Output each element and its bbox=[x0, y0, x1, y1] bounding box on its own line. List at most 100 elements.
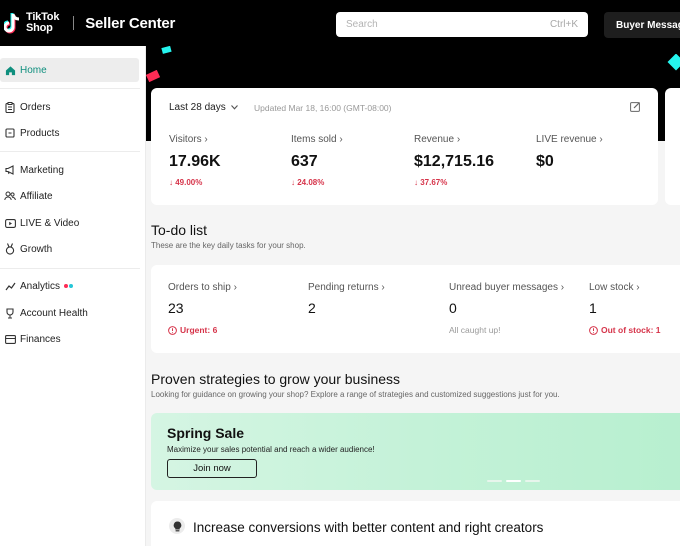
sidebar-item-label: Home bbox=[20, 64, 47, 76]
sidebar-item-label: Finances bbox=[20, 333, 61, 345]
date-range-value: Last 28 days bbox=[169, 102, 226, 113]
top-bar: TikTok Shop Seller Center Search Ctrl+K … bbox=[0, 0, 680, 46]
trophy-icon bbox=[4, 307, 16, 319]
todo-value: 1 bbox=[589, 300, 597, 316]
sidebar-item-label: Analytics bbox=[20, 280, 61, 292]
chevron-right-icon: › bbox=[339, 134, 343, 145]
logo-line-2: Shop bbox=[26, 22, 53, 34]
arrow-down-icon: ↓ bbox=[291, 178, 295, 187]
todo-label: Orders to ship bbox=[168, 282, 231, 293]
sidebar-item-label: Products bbox=[20, 127, 60, 139]
carousel-indicator bbox=[487, 480, 544, 482]
stat-value: 17.96K bbox=[169, 153, 221, 170]
chevron-right-icon: › bbox=[636, 282, 640, 293]
promo-description: Maximize your sales potential and reach … bbox=[167, 445, 375, 454]
video-icon bbox=[4, 217, 16, 229]
medal-icon bbox=[4, 243, 16, 255]
tip-text: Increase conversions with better content… bbox=[193, 520, 544, 535]
stat-visitors[interactable]: Visitors › 17.96K ↓ 49.00% bbox=[169, 134, 221, 187]
confetti-icon bbox=[161, 46, 172, 54]
stat-delta: 24.08% bbox=[297, 178, 325, 187]
todo-value: 0 bbox=[449, 300, 457, 316]
stat-value: $0 bbox=[536, 153, 554, 170]
confetti-icon bbox=[667, 54, 680, 71]
todo-orders-to-ship[interactable]: Orders to ship › 23 Urgent: 6 bbox=[168, 282, 237, 335]
stat-delta: 37.67% bbox=[420, 178, 448, 187]
promo-title: Spring Sale bbox=[167, 425, 245, 441]
alert-icon bbox=[589, 325, 598, 335]
todo-low-stock[interactable]: Low stock › 1 Out of stock: 1 bbox=[589, 282, 661, 335]
alert-icon bbox=[168, 325, 177, 335]
stat-revenue[interactable]: Revenue › $12,715.16 ↓ 37.67% bbox=[414, 134, 494, 187]
arrow-down-icon: ↓ bbox=[169, 178, 173, 187]
todo-value: 2 bbox=[308, 300, 316, 316]
sidebar-item-label: Marketing bbox=[20, 164, 64, 176]
stat-value: $12,715.16 bbox=[414, 153, 495, 170]
todo-title: To-do list bbox=[151, 222, 208, 238]
users-icon bbox=[4, 190, 16, 202]
sidebar-item-home[interactable]: Home bbox=[0, 58, 139, 82]
confetti-icon bbox=[146, 70, 161, 83]
sidebar-item-marketing[interactable]: Marketing bbox=[0, 158, 146, 182]
strategies-subtitle: Looking for guidance on growing your sho… bbox=[151, 390, 560, 399]
todo-subtitle: These are the key daily tasks for your s… bbox=[151, 241, 306, 250]
sidebar-item-label: Affiliate bbox=[20, 190, 53, 202]
todo-label: Unread buyer messages bbox=[449, 282, 558, 293]
home-icon bbox=[4, 64, 16, 76]
stat-live-revenue[interactable]: LIVE revenue › $0 bbox=[536, 134, 603, 171]
chart-icon bbox=[4, 280, 16, 292]
sidebar-item-products[interactable]: Products bbox=[0, 121, 146, 145]
divider bbox=[0, 151, 140, 152]
sidebar-item-finances[interactable]: Finances bbox=[0, 327, 146, 351]
stat-label: Revenue bbox=[414, 134, 455, 145]
carousel-dot[interactable] bbox=[506, 480, 521, 482]
app-title: Seller Center bbox=[85, 14, 176, 32]
clipboard-icon bbox=[4, 101, 16, 113]
arrow-down-icon: ↓ bbox=[414, 178, 418, 187]
tiktok-note-icon bbox=[4, 11, 24, 35]
todo-card: Orders to ship › 23 Urgent: 6 Pending re… bbox=[151, 265, 680, 353]
chevron-right-icon: › bbox=[599, 134, 603, 145]
sidebar-item-affiliate[interactable]: Affiliate bbox=[0, 184, 146, 208]
chevron-down-icon bbox=[230, 105, 238, 110]
date-range-select[interactable]: Last 28 days bbox=[169, 102, 238, 113]
stat-label: Items sold bbox=[291, 134, 337, 145]
stat-label: LIVE revenue bbox=[536, 134, 597, 145]
sidebar-item-analytics[interactable]: Analytics bbox=[0, 274, 146, 298]
todo-note: Urgent: 6 bbox=[180, 325, 218, 335]
todo-pending-returns[interactable]: Pending returns › 2 bbox=[308, 282, 385, 316]
buyer-messages-button[interactable]: Buyer Messages bbox=[604, 12, 680, 38]
card-icon bbox=[4, 333, 16, 345]
carousel-dot[interactable] bbox=[487, 480, 502, 482]
sidebar-item-orders[interactable]: Orders bbox=[0, 95, 146, 119]
edit-icon[interactable] bbox=[630, 101, 641, 112]
strategies-title: Proven strategies to grow your business bbox=[151, 371, 401, 387]
todo-note: Out of stock: 1 bbox=[601, 325, 661, 335]
chevron-right-icon: › bbox=[381, 282, 385, 293]
new-badge-icon bbox=[64, 284, 74, 288]
todo-unread-messages[interactable]: Unread buyer messages › 0 All caught up! bbox=[449, 282, 564, 335]
chevron-right-icon: › bbox=[456, 134, 461, 145]
megaphone-icon bbox=[4, 164, 16, 176]
divider bbox=[0, 88, 140, 89]
spring-sale-banner: Spring Sale Maximize your sales potentia… bbox=[151, 413, 680, 490]
side-panel-card bbox=[665, 88, 680, 205]
chevron-right-icon: › bbox=[233, 282, 237, 293]
stat-delta: 49.00% bbox=[175, 178, 203, 187]
chevron-right-icon: › bbox=[204, 134, 208, 145]
tip-card[interactable]: Increase conversions with better content… bbox=[151, 501, 680, 546]
sidebar-item-live-video[interactable]: LIVE & Video bbox=[0, 211, 146, 235]
business-stats-card: Last 28 days Updated Mar 18, 16:00 (GMT-… bbox=[151, 88, 658, 205]
updated-timestamp: Updated Mar 18, 16:00 (GMT-08:00) bbox=[254, 103, 392, 113]
join-now-button[interactable]: Join now bbox=[167, 459, 257, 478]
stat-value: 637 bbox=[291, 153, 318, 170]
stat-items-sold[interactable]: Items sold › 637 ↓ 24.08% bbox=[291, 134, 343, 187]
carousel-dot[interactable] bbox=[525, 480, 540, 482]
todo-label: Pending returns bbox=[308, 282, 379, 293]
todo-note: All caught up! bbox=[449, 325, 501, 335]
sidebar: Home Orders Products Marketing Affiliate… bbox=[0, 46, 146, 546]
search-input[interactable]: Search Ctrl+K bbox=[336, 12, 588, 37]
sidebar-item-growth[interactable]: Growth bbox=[0, 237, 146, 261]
tiktok-shop-logo[interactable]: TikTok Shop bbox=[4, 11, 59, 35]
sidebar-item-account-health[interactable]: Account Health bbox=[0, 301, 146, 325]
